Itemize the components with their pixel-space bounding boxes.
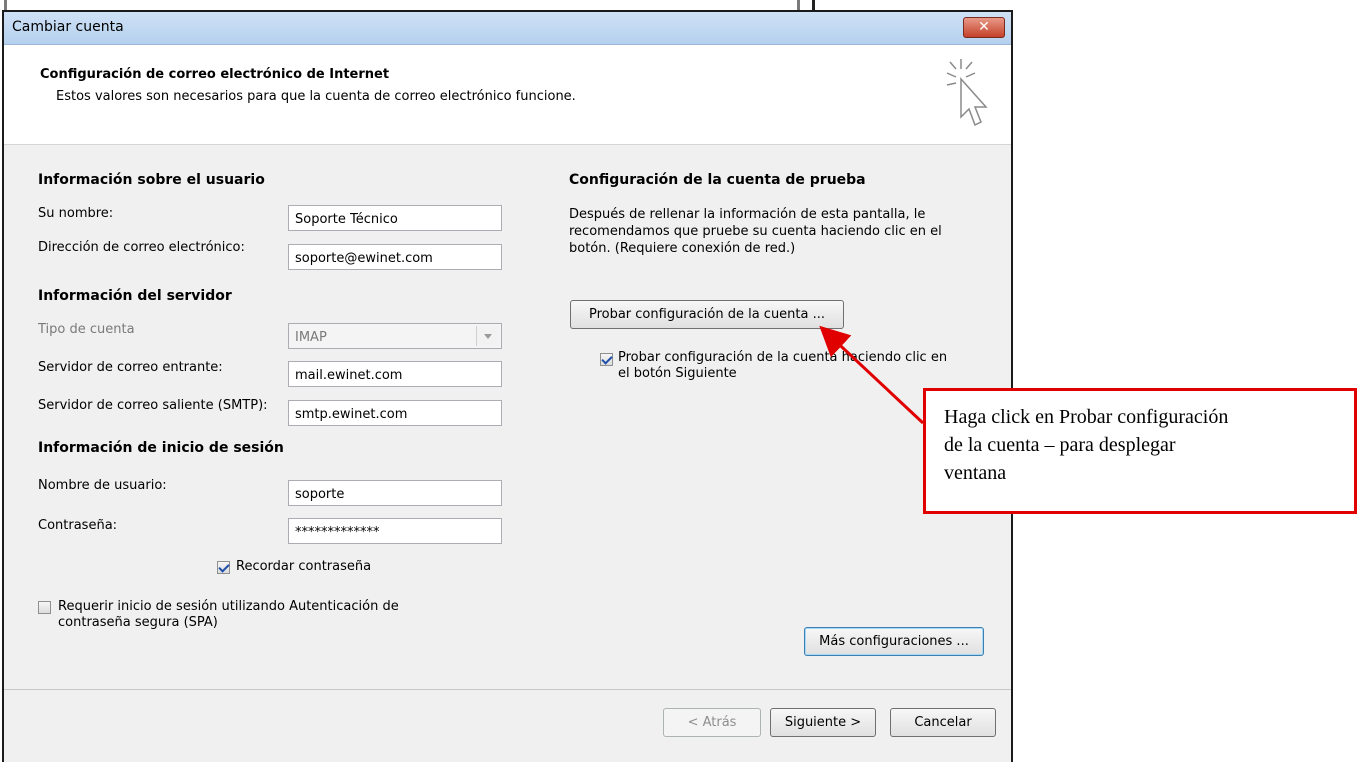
name-field[interactable]: Soporte Técnico (288, 205, 502, 231)
dialog-title: Cambiar cuenta (12, 19, 124, 35)
email-field[interactable]: soporte@ewinet.com (288, 244, 502, 270)
cancel-button[interactable]: Cancelar (890, 708, 996, 737)
email-label: Dirección de correo electrónico: (38, 240, 245, 255)
close-button[interactable]: ✕ (963, 17, 1005, 38)
account-type-select: IMAP (288, 323, 502, 349)
test-on-next-line1: Probar configuración de la cuenta hacien… (618, 350, 948, 365)
test-desc-line1: Después de rellenar la información de es… (569, 207, 926, 222)
header-title: Configuración de correo electrónico de I… (40, 67, 390, 82)
spa-label-line2: contraseña segura (SPA) (58, 615, 218, 630)
account-type-value: IMAP (295, 330, 327, 345)
chevron-down-icon (476, 326, 499, 346)
remember-password-label: Recordar contraseña (236, 559, 372, 574)
next-button[interactable]: Siguiente > (770, 708, 876, 737)
annotation-callout: Haga click en Probar configuración de la… (923, 388, 1357, 514)
spa-checkbox[interactable] (38, 601, 51, 614)
outgoing-server-field[interactable]: smtp.ewinet.com (288, 400, 502, 426)
cursor-click-icon (946, 59, 988, 127)
close-icon: ✕ (978, 19, 990, 35)
spa-label-line1: Requerir inicio de sesión utilizando Aut… (58, 599, 399, 614)
annotation-line1: Haga click en Probar configuración (944, 406, 1229, 428)
test-on-next-checkbox[interactable] (600, 353, 613, 366)
remember-password-checkbox[interactable] (217, 561, 230, 574)
incoming-server-label: Servidor de correo entrante: (38, 360, 223, 375)
test-on-next-label: Probar configuración de la cuenta hacien… (618, 350, 947, 382)
test-desc-line3: botón. (Requiere conexión de red.) (569, 241, 796, 256)
back-button[interactable]: < Atrás (663, 708, 761, 737)
test-on-next-line2: el botón Siguiente (618, 366, 737, 381)
server-info-heading: Información del servidor (38, 288, 232, 304)
test-settings-description: Después de rellenar la información de es… (569, 206, 942, 257)
footer-divider (4, 689, 1011, 690)
incoming-server-field[interactable]: mail.ewinet.com (288, 361, 502, 387)
password-field[interactable]: ************* (288, 518, 502, 544)
password-label: Contraseña: (38, 518, 118, 533)
annotation-line2: de la cuenta – para desplegar (944, 434, 1176, 456)
username-field[interactable]: soporte (288, 480, 502, 506)
outgoing-server-label: Servidor de correo saliente (SMTP): (38, 398, 268, 413)
username-label: Nombre de usuario: (38, 478, 167, 493)
name-label: Su nombre: (38, 206, 114, 221)
login-info-heading: Información de inicio de sesión (38, 440, 284, 456)
more-settings-button[interactable]: Más configuraciones ... (804, 627, 984, 656)
annotation-line3: ventana (944, 462, 1007, 484)
title-bar: Cambiar cuenta ✕ (4, 12, 1011, 45)
spa-label: Requerir inicio de sesión utilizando Aut… (58, 599, 399, 631)
header-subtitle: Estos valores son necesarios para que la… (56, 89, 576, 104)
test-desc-line2: recomendamos que pruebe su cuenta hacien… (569, 224, 942, 239)
dialog-header: Configuración de correo electrónico de I… (4, 45, 1011, 145)
test-settings-heading: Configuración de la cuenta de prueba (569, 172, 866, 188)
change-account-dialog: Cambiar cuenta ✕ Configuración de correo… (2, 10, 1013, 762)
test-account-settings-button[interactable]: Probar configuración de la cuenta ... (570, 300, 844, 329)
user-info-heading: Información sobre el usuario (38, 172, 265, 188)
account-type-label: Tipo de cuenta (38, 322, 135, 337)
